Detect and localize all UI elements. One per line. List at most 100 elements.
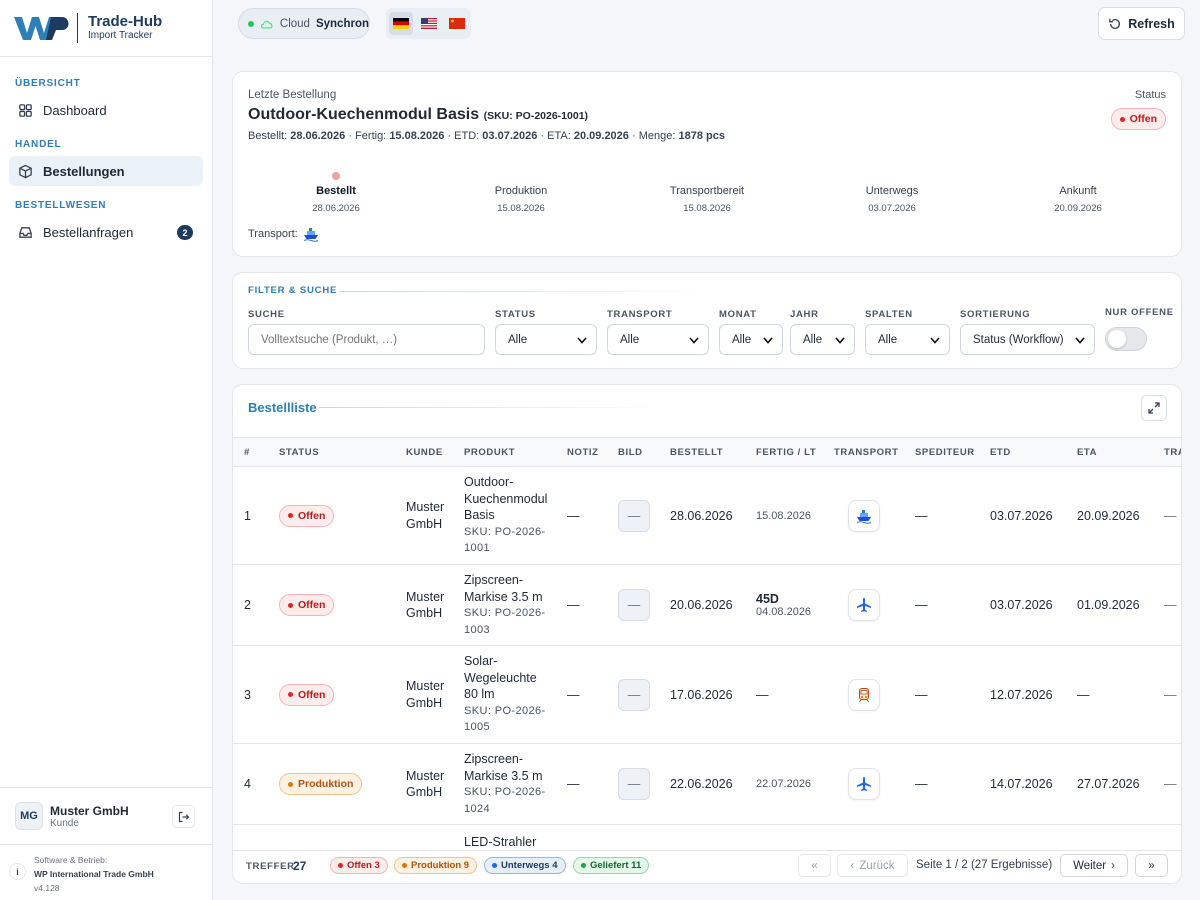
chevron-down-icon — [835, 337, 845, 344]
row-number: 3 — [233, 645, 279, 744]
last-order-heading: Letzte Bestellung — [248, 89, 337, 101]
monat-filter-label: MONAT — [719, 309, 757, 320]
cloud-label: Cloud — [279, 17, 310, 30]
status-text: Offen — [1129, 113, 1157, 125]
sidebar-item-dashboard[interactable]: Dashboard — [9, 95, 203, 125]
col-header-eta[interactable]: ETA — [1077, 437, 1164, 467]
status-dot — [248, 20, 254, 27]
col-header-fertig[interactable]: FERTIG / LT — [756, 437, 834, 467]
kunde-text: GmbH — [406, 516, 443, 531]
only-open-toggle[interactable] — [1105, 327, 1147, 351]
sort-label: SORTIERUNG — [960, 309, 1031, 320]
table-row[interactable]: 1 Offen Muster GmbH Outdoor- Kuechenmodul B… — [233, 466, 1181, 565]
sidebar: Trade-Hub Import Tracker ÜBERSICHT Dashb… — [0, 0, 213, 900]
fertig-cell: 22.07.2026 — [756, 743, 834, 825]
product-name: Kuechenmodul — [464, 491, 548, 506]
kunde-cell: Muster GmbH — [406, 645, 464, 744]
status-select[interactable]: Alle — [495, 324, 597, 355]
cloud-sync-status[interactable]: Cloud Synchron — [238, 8, 370, 39]
prev-page-button[interactable]: ‹ Zurück — [837, 854, 908, 877]
col-header-transport[interactable]: TRANSPORT — [834, 437, 915, 467]
meta-label: Bestellt: — [248, 130, 288, 142]
col-header-number[interactable]: # — [233, 437, 279, 467]
col-header-status[interactable]: STATUS — [279, 437, 406, 467]
status-dot — [338, 863, 343, 868]
transport-button[interactable] — [848, 589, 880, 621]
monat-select[interactable]: Alle — [719, 324, 783, 355]
title-divider — [339, 291, 719, 292]
refresh-button[interactable]: Refresh — [1098, 7, 1185, 40]
lead-time: 45D — [756, 592, 779, 606]
ship-icon — [303, 228, 318, 242]
next-page-button[interactable]: Weiter › — [1060, 854, 1128, 877]
image-placeholder[interactable]: — — [618, 499, 650, 532]
lang-de[interactable] — [389, 12, 413, 35]
row-number: 4 — [233, 743, 279, 825]
logout-button[interactable] — [172, 805, 195, 828]
brand-logo[interactable]: Trade-Hub Import Tracker — [0, 0, 212, 57]
transport-select[interactable]: Alle — [607, 324, 709, 355]
filter-card: FILTER & SUCHE SUCHE STATUS Alle TRANSPO… — [232, 272, 1182, 369]
col-header-spediteur[interactable]: SPEDITEUR — [915, 437, 990, 467]
kunde-text: GmbH — [406, 606, 443, 620]
col-header-notiz[interactable]: NOTIZ — [567, 437, 618, 467]
spalten-select[interactable]: Alle — [865, 324, 950, 355]
timeline-step: Produktion 15.08.2026 — [451, 185, 591, 214]
last-order-sku: (SKU: PO-2026-1001) — [483, 110, 589, 122]
sidebar-item-bestellanfragen[interactable]: Bestellanfragen 2 — [9, 217, 203, 247]
last-page-button[interactable]: » — [1135, 854, 1168, 877]
product-sku: 1001 — [464, 542, 491, 555]
orders-table: # STATUS KUNDE PRODUKT NOTIZ BILD BESTEL… — [233, 437, 1181, 883]
count-badge-offen[interactable]: Offen 3 — [330, 857, 388, 874]
col-header-etd[interactable]: ETD — [990, 437, 1077, 467]
col-header-kunde[interactable]: KUNDE — [406, 437, 464, 467]
bild-cell: — — [618, 645, 670, 744]
count-badge-unterwegs[interactable]: Unterwegs 4 — [484, 857, 566, 874]
lang-zh[interactable] — [445, 12, 469, 35]
sort-select[interactable]: Status (Workflow) — [960, 324, 1095, 355]
info-icon[interactable]: i — [9, 863, 26, 880]
product-name: Markise 3.5 m — [464, 589, 543, 604]
first-page-button[interactable]: « — [798, 854, 831, 877]
notiz-cell[interactable]: — — [567, 743, 618, 825]
image-placeholder[interactable]: — — [618, 768, 650, 800]
product-sku: SKU: PO-2026- — [464, 525, 546, 538]
avatar[interactable]: MG — [15, 802, 43, 830]
count-badge-geliefert[interactable]: Geliefert 11 — [573, 857, 650, 874]
footer-line1: Software & Betrieb: — [34, 855, 108, 865]
count-text: Produktion 9 — [411, 860, 470, 871]
transport-button[interactable] — [848, 499, 880, 532]
notiz-cell[interactable]: — — [567, 564, 618, 646]
fertig-cell: 45D 04.08.2026 — [756, 564, 834, 646]
step-date: 20.09.2026 — [1054, 203, 1102, 214]
kunde-cell: Muster GmbH — [406, 466, 464, 565]
meta-etd: 03.07.2026 — [482, 130, 538, 142]
select-value: Alle — [878, 333, 898, 346]
step-name: Bestellt — [316, 185, 356, 197]
col-header-bild[interactable]: BILD — [618, 437, 670, 467]
notiz-cell[interactable]: — — [567, 645, 618, 744]
col-header-tra[interactable]: TRA — [1164, 437, 1181, 467]
lang-en[interactable] — [417, 12, 441, 35]
transport-button[interactable] — [848, 768, 880, 800]
image-placeholder[interactable]: — — [618, 678, 650, 711]
tra-cell: — — [1164, 743, 1181, 825]
count-badge-produktion[interactable]: Produktion 9 — [394, 857, 478, 874]
sidebar-item-bestellungen[interactable]: Bestellungen — [9, 156, 203, 186]
image-placeholder[interactable]: — — [618, 589, 650, 621]
user-box: MG Muster GmbH Kunde — [0, 787, 212, 844]
transport-cell — [834, 743, 915, 825]
table-row[interactable]: 4 Produktion Muster GmbH Zipscreen- Markis… — [233, 743, 1181, 825]
etd-cell: 12.07.2026 — [990, 645, 1077, 744]
logout-icon — [178, 811, 189, 822]
search-input[interactable] — [248, 324, 485, 355]
notiz-cell[interactable]: — — [567, 466, 618, 565]
table-row[interactable]: 3 Offen Muster GmbH Solar- Wegeleuchte 80 l… — [233, 645, 1181, 744]
table-row[interactable]: 2 Offen Muster GmbH Zipscreen- Markise 3.5… — [233, 564, 1181, 646]
expand-button[interactable] — [1141, 395, 1167, 421]
col-header-bestellt[interactable]: BESTELLT — [670, 437, 756, 467]
jahr-select[interactable]: Alle — [790, 324, 855, 355]
transport-button[interactable] — [848, 678, 880, 711]
col-header-produkt[interactable]: PRODUKT — [464, 437, 567, 467]
hits-count: 27 — [293, 859, 307, 873]
